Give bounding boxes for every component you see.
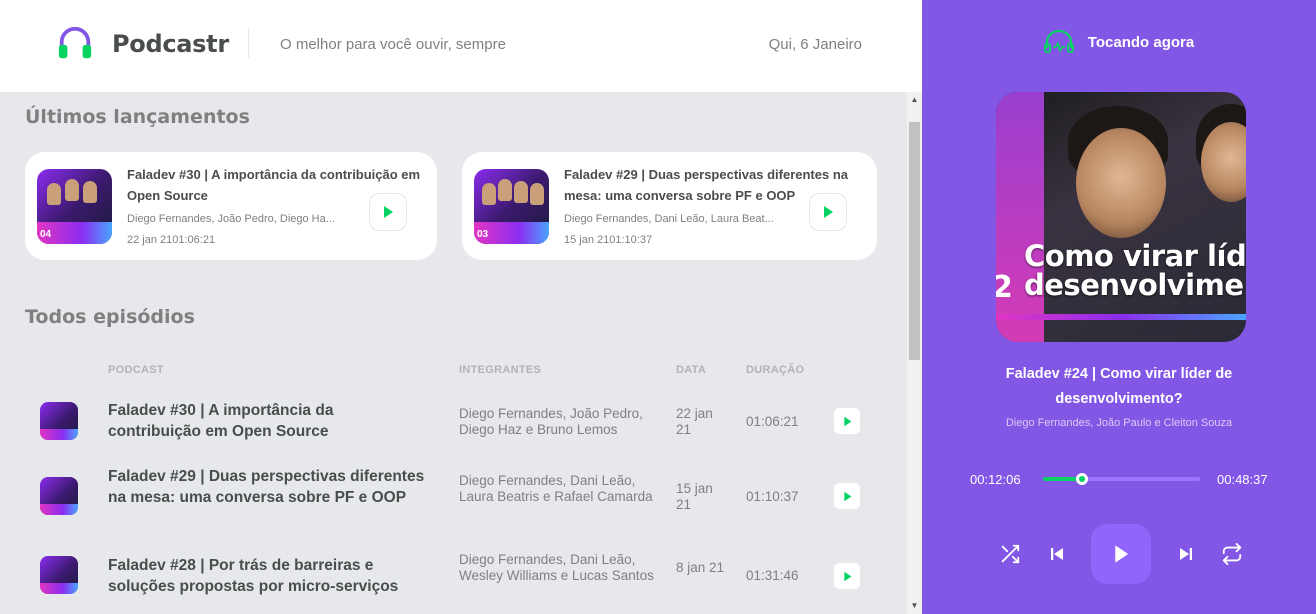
column-header-podcast: PODCAST: [108, 364, 164, 376]
episode-date: 22 jan 21: [676, 406, 713, 437]
scrollbar-thumb[interactable]: [909, 122, 920, 360]
play-icon: [843, 416, 851, 426]
play-icon: [824, 206, 833, 218]
progress-slider[interactable]: [1043, 473, 1200, 485]
play-episode-button[interactable]: [833, 482, 861, 510]
tagline: O melhor para você ouvir, sempre: [280, 36, 506, 53]
episode-duration: 01:06:21: [746, 414, 799, 429]
play-episode-button[interactable]: [369, 193, 407, 231]
latest-episode-card[interactable]: 04 Faladev #30 | A importância da contri…: [25, 152, 437, 260]
latest-releases-title: Últimos lançamentos: [25, 106, 250, 128]
next-button[interactable]: [1172, 540, 1200, 568]
table-row: Faladev #28 | Por trás de barreiras e so…: [0, 552, 907, 614]
all-episodes-title: Todos episódios: [25, 306, 195, 328]
table-row: Faladev #30 | A importância da contribui…: [0, 392, 907, 452]
app-header: Podcastr O melhor para você ouvir, sempr…: [0, 0, 922, 92]
thumbnail-number: 03: [477, 229, 489, 240]
latest-episode-date: 22 jan 2101:06:21: [127, 234, 216, 246]
headphones-icon: [58, 26, 92, 59]
repeat-button[interactable]: [1218, 540, 1246, 568]
now-playing-members: Diego Fernandes, João Paulo e Cleiton So…: [1005, 417, 1233, 429]
episode-duration: 01:31:46: [746, 568, 799, 583]
cover-text-line-2: desenvolvime: [1024, 268, 1244, 302]
now-playing-label: Tocando agora: [1087, 33, 1195, 51]
cover-number: 2: [996, 270, 1013, 305]
episode-thumbnail: [40, 402, 78, 440]
latest-episode-card[interactable]: 03 Faladev #29 | Duas perspectivas difer…: [462, 152, 877, 260]
shuffle-button[interactable]: [996, 540, 1024, 568]
episode-members: Diego Fernandes, João Pedro, Diego Haz e…: [459, 406, 643, 437]
main-scrollbar[interactable]: ▲ ▼: [907, 92, 922, 614]
episode-date: 8 jan 21: [676, 560, 725, 575]
now-playing-title: Faladev #24 | Como virar líder de desenv…: [1005, 366, 1233, 407]
play-episode-button[interactable]: [833, 407, 861, 435]
episode-title[interactable]: Faladev #29 | Duas perspectivas diferent…: [108, 466, 426, 508]
episode-thumbnail: [40, 556, 78, 594]
play-pause-button[interactable]: [1091, 524, 1151, 584]
table-row: Faladev #29 | Duas perspectivas diferent…: [0, 464, 907, 530]
episode-thumbnail[interactable]: 03: [474, 169, 549, 244]
column-header-members: INTEGRANTES: [459, 364, 542, 376]
main-content: Últimos lançamentos 04 Faladev #30 | A i…: [0, 92, 907, 614]
total-time: 00:48:37: [1217, 472, 1268, 487]
latest-episode-members: Diego Fernandes, João Pedro, Diego Ha...: [127, 213, 335, 225]
player-controls: [922, 524, 1316, 584]
episode-thumbnail: [40, 477, 78, 515]
play-episode-button[interactable]: [833, 562, 861, 590]
player-panel: Tocando agora Como virar líd desenvolvim…: [922, 0, 1316, 614]
cover-text: Como virar líd desenvolvime: [1024, 242, 1246, 300]
play-icon: [843, 571, 851, 581]
latest-episode-members: Diego Fernandes, Dani Leão, Laura Beat..…: [564, 213, 774, 225]
previous-button[interactable]: [1043, 540, 1071, 568]
play-episode-button[interactable]: [809, 193, 847, 231]
episode-cover: Como virar líd desenvolvime 2: [996, 92, 1246, 342]
play-icon: [1115, 545, 1129, 563]
episode-members: Diego Fernandes, Dani Leão, Laura Beatri…: [459, 473, 653, 504]
episode-duration: 01:10:37: [746, 489, 799, 504]
episode-title[interactable]: Faladev #28 | Por trás de barreiras e so…: [108, 555, 426, 597]
episode-title[interactable]: Faladev #30 | A importância da contribui…: [108, 400, 426, 442]
episode-date: 15 jan 21: [676, 481, 713, 512]
current-time: 00:12:06: [970, 472, 1021, 487]
play-icon: [843, 491, 851, 501]
scroll-up-icon[interactable]: ▲: [910, 95, 919, 104]
cover-text-line-1: Como virar líd: [1024, 239, 1246, 273]
current-date: Qui, 6 Janeiro: [768, 36, 862, 53]
headphones-wave-icon: [1043, 30, 1074, 53]
brand-name: Podcastr: [112, 30, 229, 58]
column-header-duration: DURAÇÃO: [746, 364, 805, 376]
thumbnail-number: 04: [40, 229, 52, 240]
header-divider: [248, 28, 249, 58]
skip-next-icon: [1180, 548, 1192, 560]
column-header-date: DATA: [676, 364, 707, 376]
latest-episode-date: 15 jan 2101:10:37: [564, 234, 653, 246]
scroll-down-icon[interactable]: ▼: [910, 601, 919, 610]
player-header: Tocando agora: [922, 30, 1316, 54]
episode-members: Diego Fernandes, Dani Leão, Wesley Willi…: [459, 552, 654, 583]
skip-previous-icon: [1051, 548, 1063, 560]
shuffle-icon: [1001, 544, 1020, 564]
progress-handle[interactable]: [1076, 473, 1089, 485]
repeat-icon: [1222, 543, 1242, 565]
play-icon: [384, 206, 393, 218]
episode-thumbnail[interactable]: 04: [37, 169, 112, 244]
